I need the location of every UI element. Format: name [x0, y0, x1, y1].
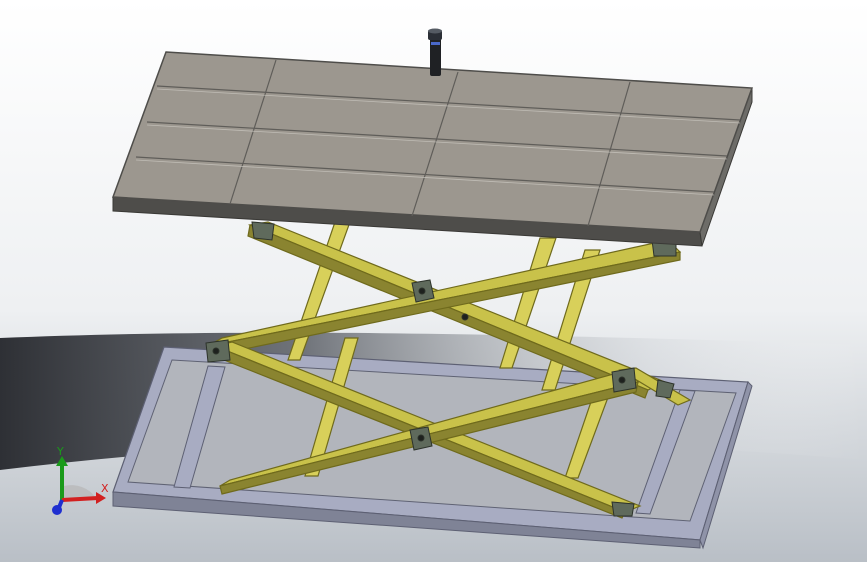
- triad-x-label: X: [101, 482, 109, 495]
- triad-y-label: Y: [56, 445, 64, 458]
- cylinder-fixture[interactable]: [428, 28, 442, 77]
- assembly-3d-view[interactable]: Y X: [0, 0, 867, 562]
- triad-x-axis: [61, 496, 99, 502]
- graphics-viewport[interactable]: Y X: [0, 0, 867, 562]
